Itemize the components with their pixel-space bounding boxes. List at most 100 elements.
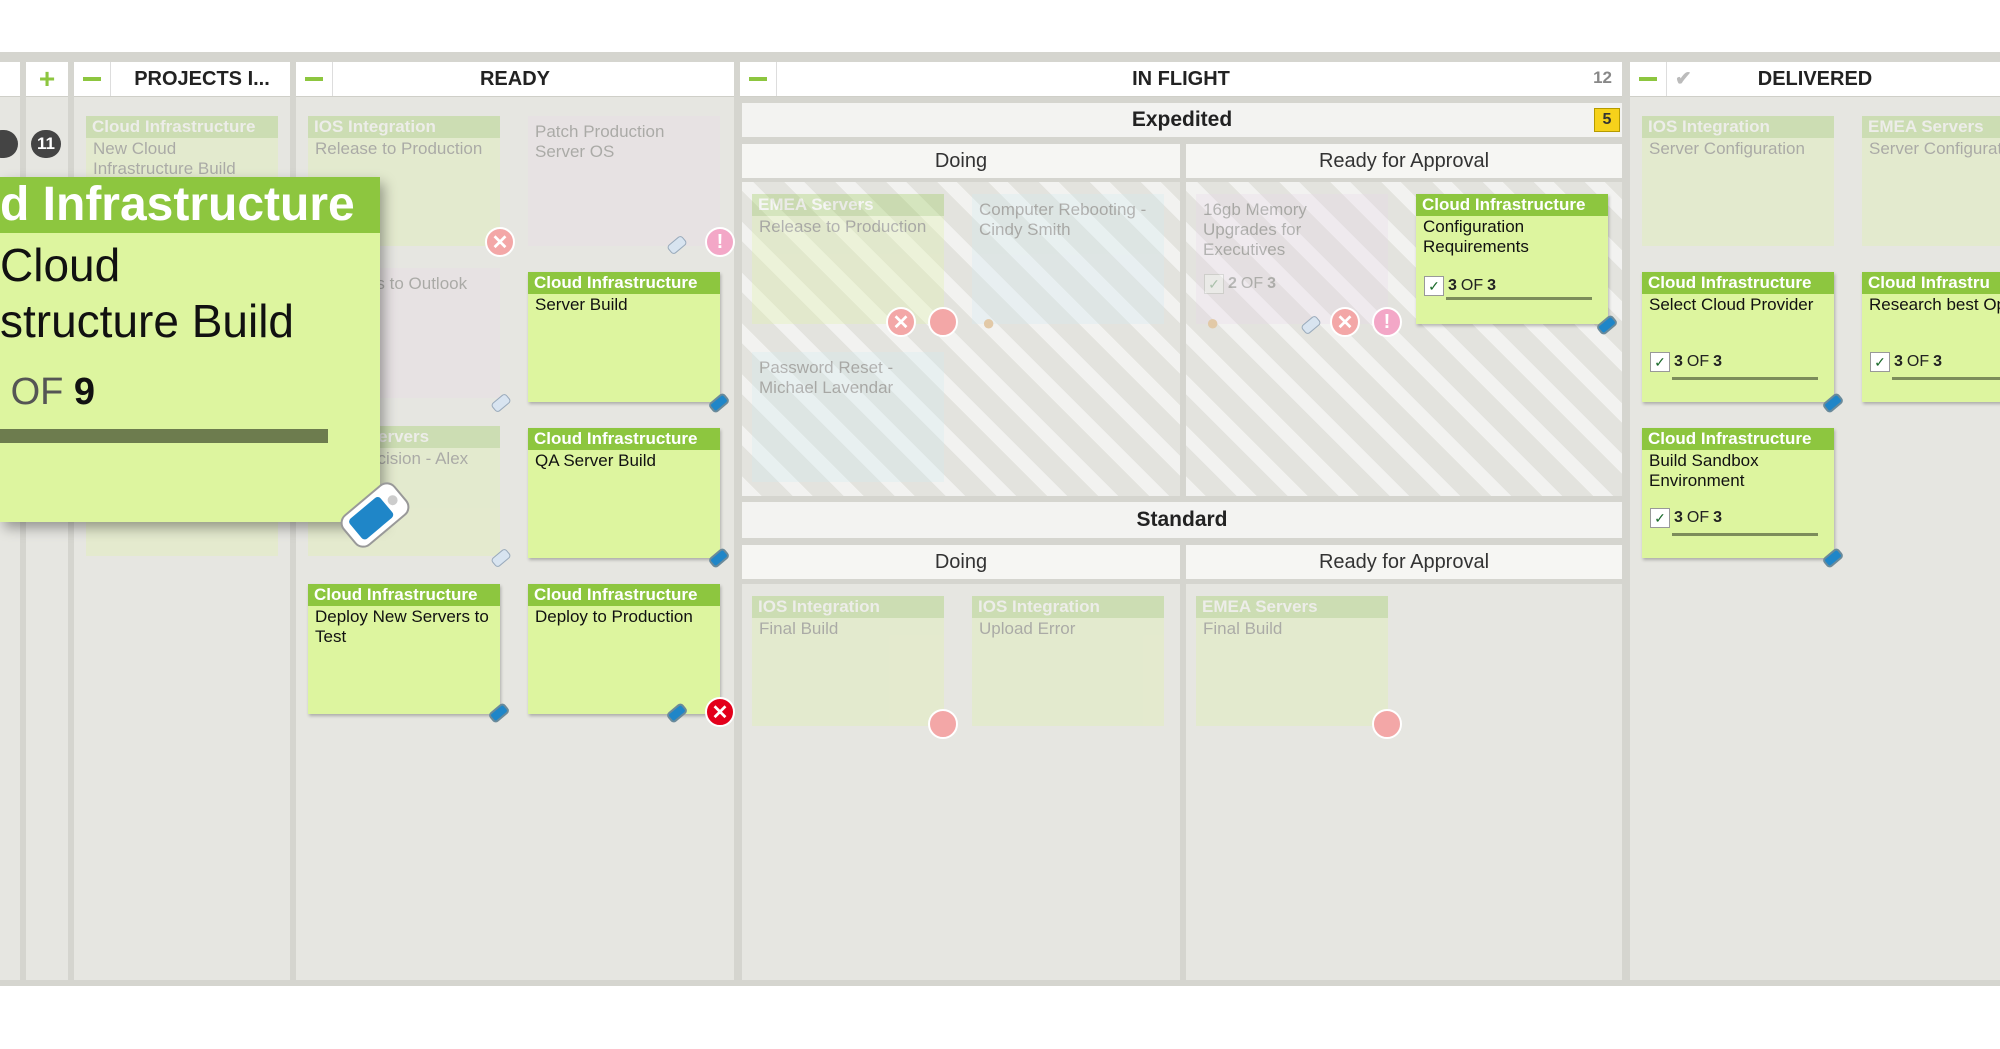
progress-bar	[1672, 533, 1818, 536]
tag-icon[interactable]	[1298, 312, 1324, 338]
card-research-options[interactable]: Cloud Infrastru Research best Options ✓ …	[1862, 272, 2000, 402]
card-title: EMEA Servers	[752, 194, 944, 216]
progress-bar	[1446, 297, 1592, 300]
tag-icon[interactable]	[706, 390, 732, 416]
card-text: QA Server Build	[535, 451, 656, 470]
column-title-ready: READY	[479, 67, 550, 90]
card-ios-server-config[interactable]: IOS Integration Server Configuration	[1642, 116, 1834, 246]
blocked-icon[interactable]: ✕	[705, 697, 735, 727]
tag-icon[interactable]	[664, 232, 690, 258]
card-text: Configuration Requirements	[1423, 217, 1529, 256]
inflight-count: 12	[1593, 68, 1612, 87]
wip-limit-badge: 5	[1594, 108, 1620, 132]
card-patch-server[interactable]: Patch Production Server OS	[528, 116, 720, 246]
blocked-icon[interactable]: ✕	[886, 307, 916, 337]
priority-icon[interactable]: !	[1372, 307, 1402, 337]
lane-standard[interactable]: Standard	[742, 502, 1622, 538]
card-title: EMEA Servers	[1196, 596, 1388, 618]
card-text: 16gb Memory Upgrades for Executives	[1203, 200, 1307, 259]
card-emea-server-config[interactable]: EMEA Servers Server Configuration	[1862, 116, 2000, 246]
card-title: EMEA Servers	[1862, 116, 2000, 138]
tag-icon[interactable]	[706, 545, 732, 571]
paw-icon: ●	[1206, 310, 1220, 335]
card-title: Cloud Infrastructure	[1642, 272, 1834, 294]
tag-icon[interactable]	[664, 700, 690, 726]
checkbox-icon: ✓	[1650, 352, 1670, 372]
paw-icon: ●	[982, 310, 996, 335]
collapse-icon[interactable]	[305, 77, 323, 81]
card-text: Build Sandbox Environment	[1649, 451, 1759, 490]
card-ios-upload-error[interactable]: IOS Integration Upload Error	[972, 596, 1164, 726]
blocked-icon[interactable]: ✕	[1330, 307, 1360, 337]
card-emea-release[interactable]: EMEA Servers Release to Production	[752, 194, 944, 324]
card-computer-rebooting[interactable]: Computer Rebooting - Cindy Smith	[972, 194, 1164, 324]
zoom-progress-of: OF	[10, 371, 64, 413]
collapse-icon[interactable]	[1639, 77, 1657, 81]
zoom-card-progress: OF 9	[0, 371, 380, 414]
tag-icon[interactable]	[488, 545, 514, 571]
left-rail-header	[0, 62, 20, 97]
standard-doing-header: Doing	[742, 545, 1180, 579]
card-text: Release to Production	[315, 139, 483, 158]
card-title: IOS Integration	[308, 116, 500, 138]
card-text: Deploy New Servers to Test	[315, 607, 489, 646]
card-deploy-test[interactable]: Cloud Infrastructure Deploy New Servers …	[308, 584, 500, 714]
add-icon[interactable]: +	[39, 63, 55, 95]
column-title-inflight: IN FLIGHT	[1132, 67, 1230, 90]
expedited-doing-header: Doing	[742, 144, 1180, 178]
collapse-icon[interactable]	[83, 77, 101, 81]
zoom-card-title: d Infrastructure	[0, 177, 380, 233]
card-text: Final Build	[759, 619, 839, 638]
task-progress: ✓ 3 OF 3	[1424, 276, 1496, 296]
card-text: Final Build	[1203, 619, 1283, 638]
card-title: Cloud Infrastructure	[1642, 428, 1834, 450]
card-select-cloud-provider[interactable]: Cloud Infrastructure Select Cloud Provid…	[1642, 272, 1834, 402]
card-title: Cloud Infrastructure	[528, 272, 720, 294]
tag-icon[interactable]	[488, 390, 514, 416]
card-title: Cloud Infrastructure	[528, 428, 720, 450]
lane-expedited[interactable]: Expedited	[742, 103, 1622, 137]
card-qa-server-build[interactable]: Cloud Infrastructure QA Server Build	[528, 428, 720, 558]
card-configuration-requirements[interactable]: Cloud Infrastructure Configuration Requi…	[1416, 194, 1608, 324]
card-text: Password Reset - Michael Lavendar	[759, 358, 894, 397]
task-progress: ✓ 3 OF 3	[1650, 508, 1722, 528]
tag-icon[interactable]	[1594, 312, 1620, 338]
task-progress: ✓ 3 OF 3	[1650, 352, 1722, 372]
card-text: Server Configuration	[1869, 139, 2000, 158]
checkbox-icon: ✓	[1424, 276, 1444, 296]
warning-icon[interactable]	[1372, 709, 1402, 739]
card-text: Patch Production Server OS	[535, 122, 665, 161]
tag-icon[interactable]	[1820, 545, 1846, 571]
card-server-build[interactable]: Cloud Infrastructure Server Build	[528, 272, 720, 402]
standard-approval-header: Ready for Approval	[1186, 545, 1622, 579]
card-title: IOS Integration	[752, 596, 944, 618]
card-text: Server Build	[535, 295, 628, 314]
tag-icon-large[interactable]	[330, 470, 420, 560]
card-memory-upgrades[interactable]: 16gb Memory Upgrades for Executives ✓ 2O…	[1196, 194, 1388, 324]
card-text: Select Cloud Provider	[1649, 295, 1814, 314]
tag-icon[interactable]	[1820, 390, 1846, 416]
card-deploy-production[interactable]: Cloud Infrastructure Deploy to Productio…	[528, 584, 720, 714]
column-header-ready: READY	[296, 62, 734, 97]
card-password-reset[interactable]: Password Reset - Michael Lavendar	[752, 352, 944, 482]
card-build-sandbox[interactable]: Cloud Infrastructure Build Sandbox Envir…	[1642, 428, 1834, 558]
zoom-progress-total: 9	[73, 371, 96, 413]
collapse-icon[interactable]	[749, 77, 767, 81]
warning-icon[interactable]	[928, 709, 958, 739]
checkbox-icon: ✓	[1650, 508, 1670, 528]
check-icon: ✔	[1675, 68, 1692, 90]
task-progress: ✓ 3 OF 3	[1870, 352, 1942, 372]
card-title: IOS Integration	[972, 596, 1164, 618]
card-zoom-preview[interactable]: d Infrastructure Cloud structure Build O…	[0, 177, 380, 522]
card-title: Cloud Infrastru	[1862, 272, 2000, 294]
card-text: Server Configuration	[1649, 139, 1805, 158]
priority-icon[interactable]: !	[705, 227, 735, 257]
card-count-bubble[interactable]: 11	[31, 130, 61, 158]
blocked-icon[interactable]: ✕	[485, 227, 515, 257]
warning-icon[interactable]	[928, 307, 958, 337]
column-header-delivered: ✔ DELIVERED	[1630, 62, 2000, 97]
card-emea-final-build[interactable]: EMEA Servers Final Build	[1196, 596, 1388, 726]
card-ios-final-build[interactable]: IOS Integration Final Build	[752, 596, 944, 726]
column-title-delivered: DELIVERED	[1757, 67, 1873, 90]
tag-icon[interactable]	[486, 700, 512, 726]
